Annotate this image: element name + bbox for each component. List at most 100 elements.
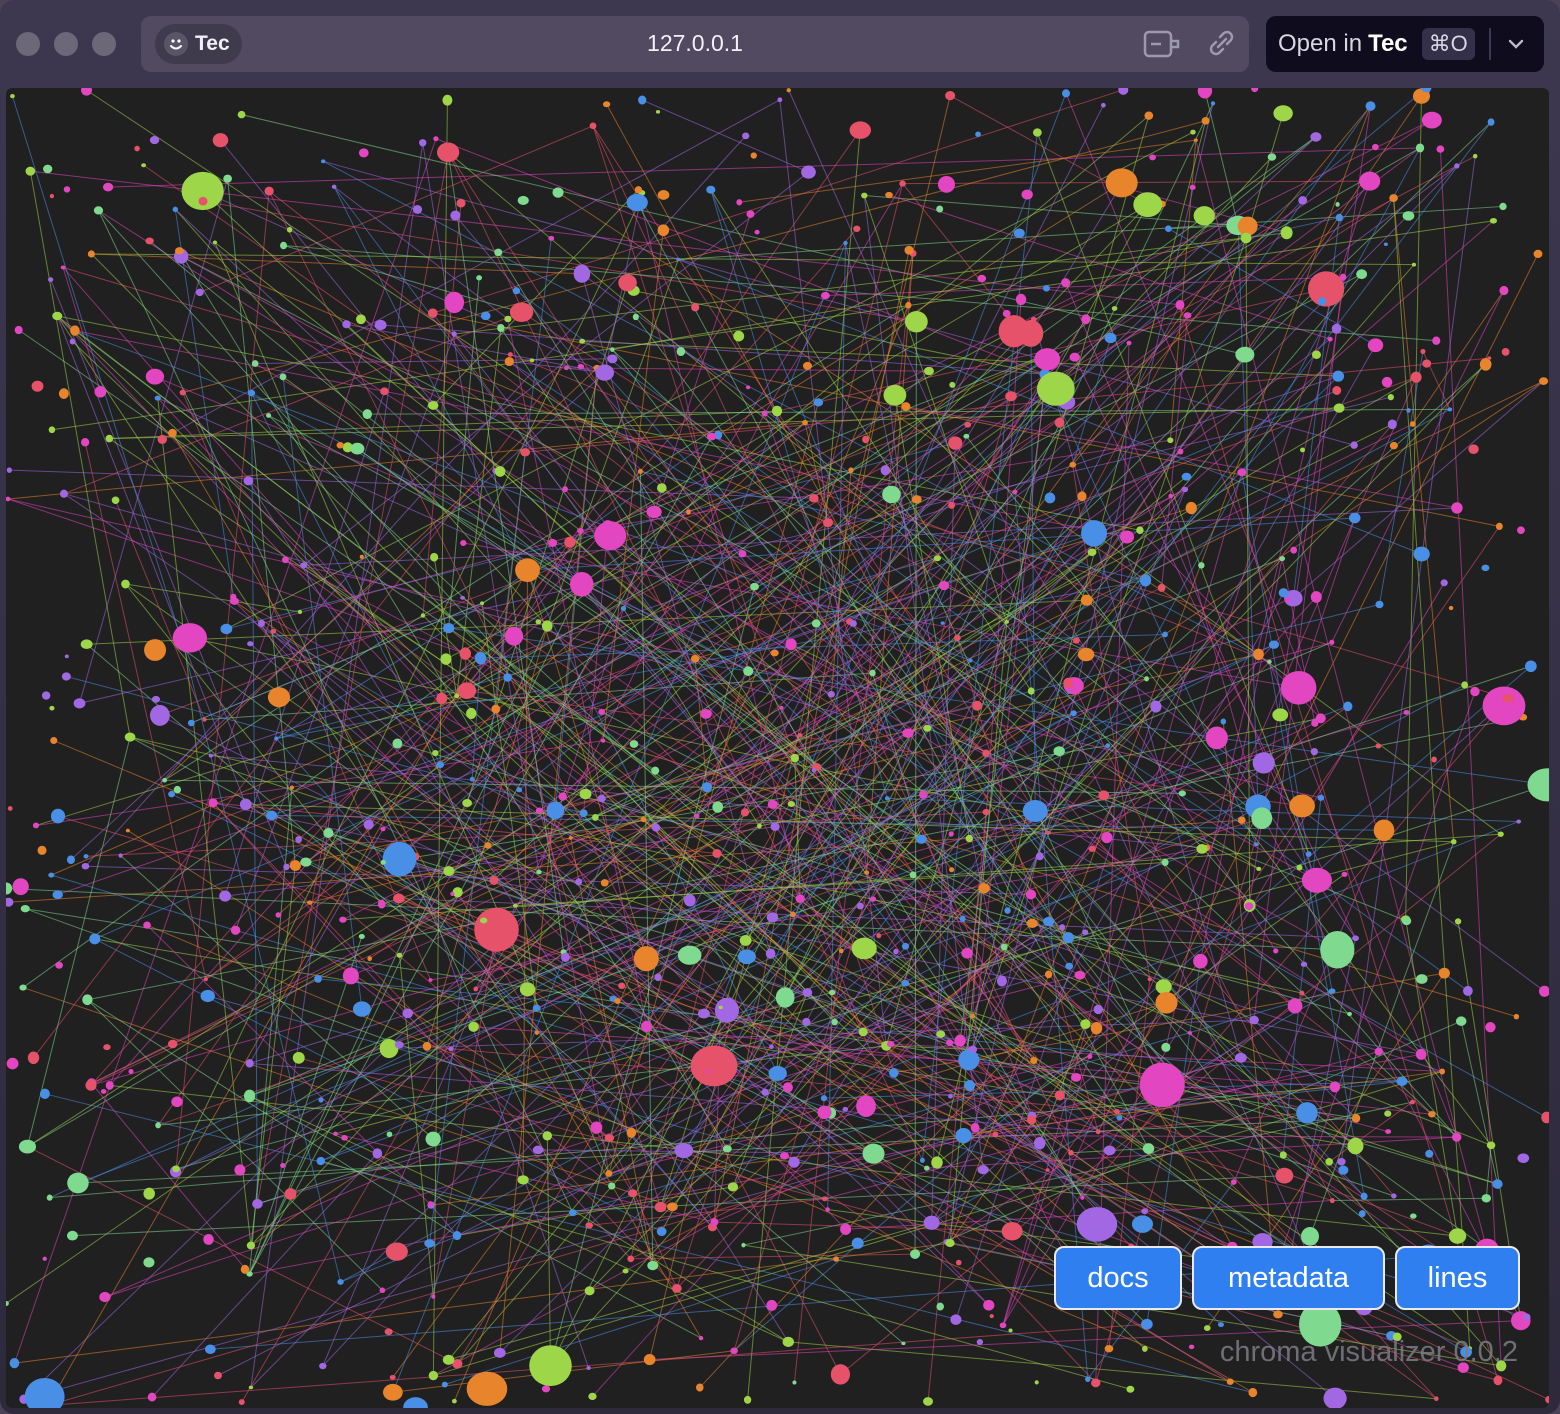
data-point[interactable] [1150,700,1162,713]
data-point[interactable] [1087,1053,1093,1059]
data-point[interactable] [20,905,30,913]
data-point[interactable] [40,1088,50,1099]
data-point[interactable] [1347,1137,1364,1155]
data-point[interactable] [427,308,438,318]
data-point[interactable] [1033,1137,1046,1150]
data-point[interactable] [598,708,606,715]
data-point[interactable] [1320,930,1355,969]
data-point[interactable] [982,808,990,816]
data-point[interactable] [1411,262,1417,267]
data-point[interactable] [1113,1108,1120,1115]
data-point[interactable] [1076,1206,1118,1242]
data-point[interactable] [970,1013,975,1019]
data-point[interactable] [940,621,945,625]
data-point[interactable] [1069,352,1080,362]
data-point[interactable] [1118,88,1129,95]
data-point[interactable] [1448,605,1454,611]
data-point[interactable] [905,301,912,309]
data-point[interactable] [795,894,805,903]
data-point[interactable] [862,1143,885,1164]
data-point[interactable] [377,899,386,909]
data-point[interactable] [43,164,53,174]
data-point[interactable] [782,1336,794,1348]
data-point[interactable] [1301,1227,1320,1246]
data-point[interactable] [102,182,114,192]
data-point[interactable] [379,1287,386,1294]
data-point[interactable] [948,501,956,509]
data-point[interactable] [813,398,824,407]
data-point[interactable] [968,1045,978,1054]
data-point[interactable] [509,302,534,322]
data-point[interactable] [1461,681,1469,689]
data-point[interactable] [750,582,759,591]
data-point[interactable] [1185,501,1197,515]
data-point[interactable] [1310,591,1322,603]
data-point[interactable] [1061,278,1071,288]
data-point[interactable] [234,1164,246,1176]
data-point[interactable] [141,163,147,168]
data-point[interactable] [1149,154,1156,161]
data-point[interactable] [94,385,107,398]
data-point[interactable] [739,935,752,946]
data-point[interactable] [1440,579,1448,587]
data-point[interactable] [953,634,961,642]
data-point[interactable] [1516,819,1522,824]
data-point[interactable] [380,859,386,865]
data-point[interactable] [1015,293,1027,306]
data-point[interactable] [588,1392,597,1401]
data-point[interactable] [367,956,373,962]
data-point[interactable] [208,798,218,808]
data-point[interactable] [1409,1099,1415,1105]
data-point[interactable] [479,917,488,924]
data-point[interactable] [358,148,369,158]
data-point[interactable] [657,190,670,200]
data-point[interactable] [1367,338,1384,353]
data-point[interactable] [489,875,499,885]
data-point[interactable] [1188,1344,1195,1350]
data-point[interactable] [362,409,372,420]
data-point[interactable] [1105,743,1111,748]
data-point[interactable] [382,1383,403,1401]
data-point[interactable] [869,896,877,902]
data-point[interactable] [982,749,990,758]
data-point[interactable] [694,813,700,819]
data-point[interactable] [869,669,876,677]
open-in-app-button[interactable]: Open in Tec ⌘O [1266,16,1544,72]
data-point[interactable] [230,925,241,935]
data-point[interactable] [425,1131,441,1147]
data-point[interactable] [380,826,386,832]
data-point[interactable] [950,1314,962,1325]
data-point[interactable] [955,1127,972,1144]
data-point[interactable] [394,1041,404,1049]
data-point[interactable] [901,402,911,412]
data-point[interactable] [1240,232,1252,244]
data-point[interactable] [1087,548,1097,556]
data-point[interactable] [503,673,512,682]
data-point[interactable] [646,505,662,519]
data-point[interactable] [484,842,492,849]
data-point[interactable] [667,1202,678,1212]
data-point[interactable] [552,187,564,198]
data-point[interactable] [1093,1004,1104,1015]
data-point[interactable] [41,691,51,700]
data-point[interactable] [1343,701,1353,712]
data-point[interactable] [893,948,899,955]
data-point[interactable] [1167,437,1174,444]
data-point[interactable] [1167,1068,1176,1077]
data-point[interactable] [1409,1213,1417,1219]
data-point[interactable] [64,654,69,659]
data-point[interactable] [946,1039,954,1047]
data-point[interactable] [1054,417,1065,428]
data-point[interactable] [1406,408,1411,413]
data-point[interactable] [1347,1011,1352,1017]
data-point[interactable] [82,994,93,1006]
tab-switch-icon[interactable] [1141,28,1181,60]
data-point[interactable] [6,897,14,907]
data-point[interactable] [200,989,215,1003]
data-point[interactable] [579,809,588,818]
data-point[interactable] [838,948,844,954]
data-point[interactable] [541,1385,551,1393]
data-point[interactable] [851,937,877,960]
data-point[interactable] [1072,637,1080,644]
data-point[interactable] [1008,1328,1013,1333]
